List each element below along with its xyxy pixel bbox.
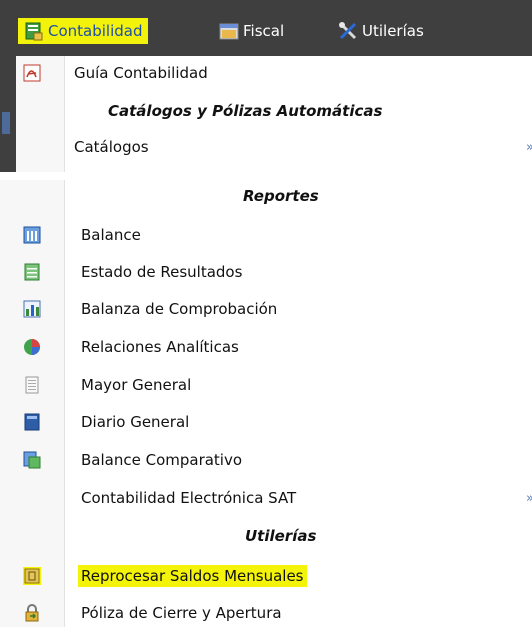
lock-arrow-icon <box>23 604 41 622</box>
ledger-icon <box>24 21 44 41</box>
menu-item-estado-de-resultados[interactable]: Estado de Resultados <box>0 257 532 287</box>
menu-item-relaciones-analiticas[interactable]: Relaciones Analíticas <box>0 332 532 362</box>
compare-icon <box>23 451 41 469</box>
menu-item-label: Estado de Resultados <box>81 263 243 281</box>
page-icon <box>23 376 41 394</box>
document-lines-icon <box>23 263 41 281</box>
folder-icon <box>219 21 239 41</box>
menu-item-balance-comparativo[interactable]: Balance Comparativo <box>0 445 532 475</box>
menu-item-diario-general[interactable]: Diario General <box>0 407 532 437</box>
menu-item-label: Relaciones Analíticas <box>81 338 239 356</box>
menu-item-reprocesar-saldos-mensuales[interactable]: Reprocesar Saldos Mensuales <box>0 561 532 591</box>
pdf-icon <box>23 64 41 82</box>
menu-item-label: Diario General <box>81 413 190 431</box>
menu-utilerias-label: Utilerías <box>362 22 424 40</box>
menu-contabilidad[interactable]: Contabilidad <box>18 18 148 44</box>
menu-item-label: Balanza de Comprobación <box>81 300 278 318</box>
menu-item-label: Guía Contabilidad <box>74 64 208 82</box>
menubar: Contabilidad Fiscal Utilerías <box>0 0 532 56</box>
menu-item-balanza-de-comprobacion[interactable]: Balanza de Comprobación <box>0 294 532 324</box>
menu-item-guia-contabilidad[interactable]: Guía Contabilidad <box>16 58 532 88</box>
menu-fiscal-label: Fiscal <box>243 22 285 40</box>
menu-item-catalogos[interactable]: Catálogos » <box>16 132 532 162</box>
divider <box>0 172 532 180</box>
menu-fiscal[interactable]: Fiscal <box>219 18 284 44</box>
menu-item-contabilidad-electronica-sat[interactable]: Contabilidad Electrónica SAT » <box>0 483 532 513</box>
tools-icon <box>338 21 358 41</box>
section-header-reportes: Reportes <box>243 187 319 205</box>
background-edge <box>0 56 16 172</box>
menu-item-label: Mayor General <box>81 376 192 394</box>
menu-contabilidad-label: Contabilidad <box>48 22 143 40</box>
menu-utilerias[interactable]: Utilerías <box>338 18 424 44</box>
contabilidad-dropdown-lower: Reportes Balance Estado de Resultados Ba… <box>0 180 532 627</box>
menu-item-mayor-general[interactable]: Mayor General <box>0 370 532 400</box>
contabilidad-dropdown: Guía Contabilidad Catálogos y Pólizas Au… <box>16 56 532 172</box>
section-header-utilerias: Utilerías <box>245 527 317 545</box>
menu-item-label: Reprocesar Saldos Mensuales <box>78 565 307 587</box>
balance-icon <box>23 226 41 244</box>
section-header-catalogos: Catálogos y Pólizas Automáticas <box>108 102 383 120</box>
menu-item-label: Catálogos <box>74 138 149 156</box>
pie-globe-icon <box>23 338 41 356</box>
menu-item-label: Contabilidad Electrónica SAT <box>81 489 297 507</box>
chevron-right-icon: » <box>526 491 532 506</box>
chevron-right-icon: » <box>526 140 532 155</box>
book-icon <box>23 413 41 431</box>
menu-item-label: Balance <box>81 226 141 244</box>
reprocess-icon <box>23 567 41 585</box>
chart-bars-icon <box>23 300 41 318</box>
menu-item-label: Póliza de Cierre y Apertura <box>81 604 282 622</box>
menu-item-label: Balance Comparativo <box>81 451 243 469</box>
menu-item-poliza-de-cierre-y-apertura[interactable]: Póliza de Cierre y Apertura <box>0 598 532 628</box>
menu-item-balance[interactable]: Balance <box>0 220 532 250</box>
